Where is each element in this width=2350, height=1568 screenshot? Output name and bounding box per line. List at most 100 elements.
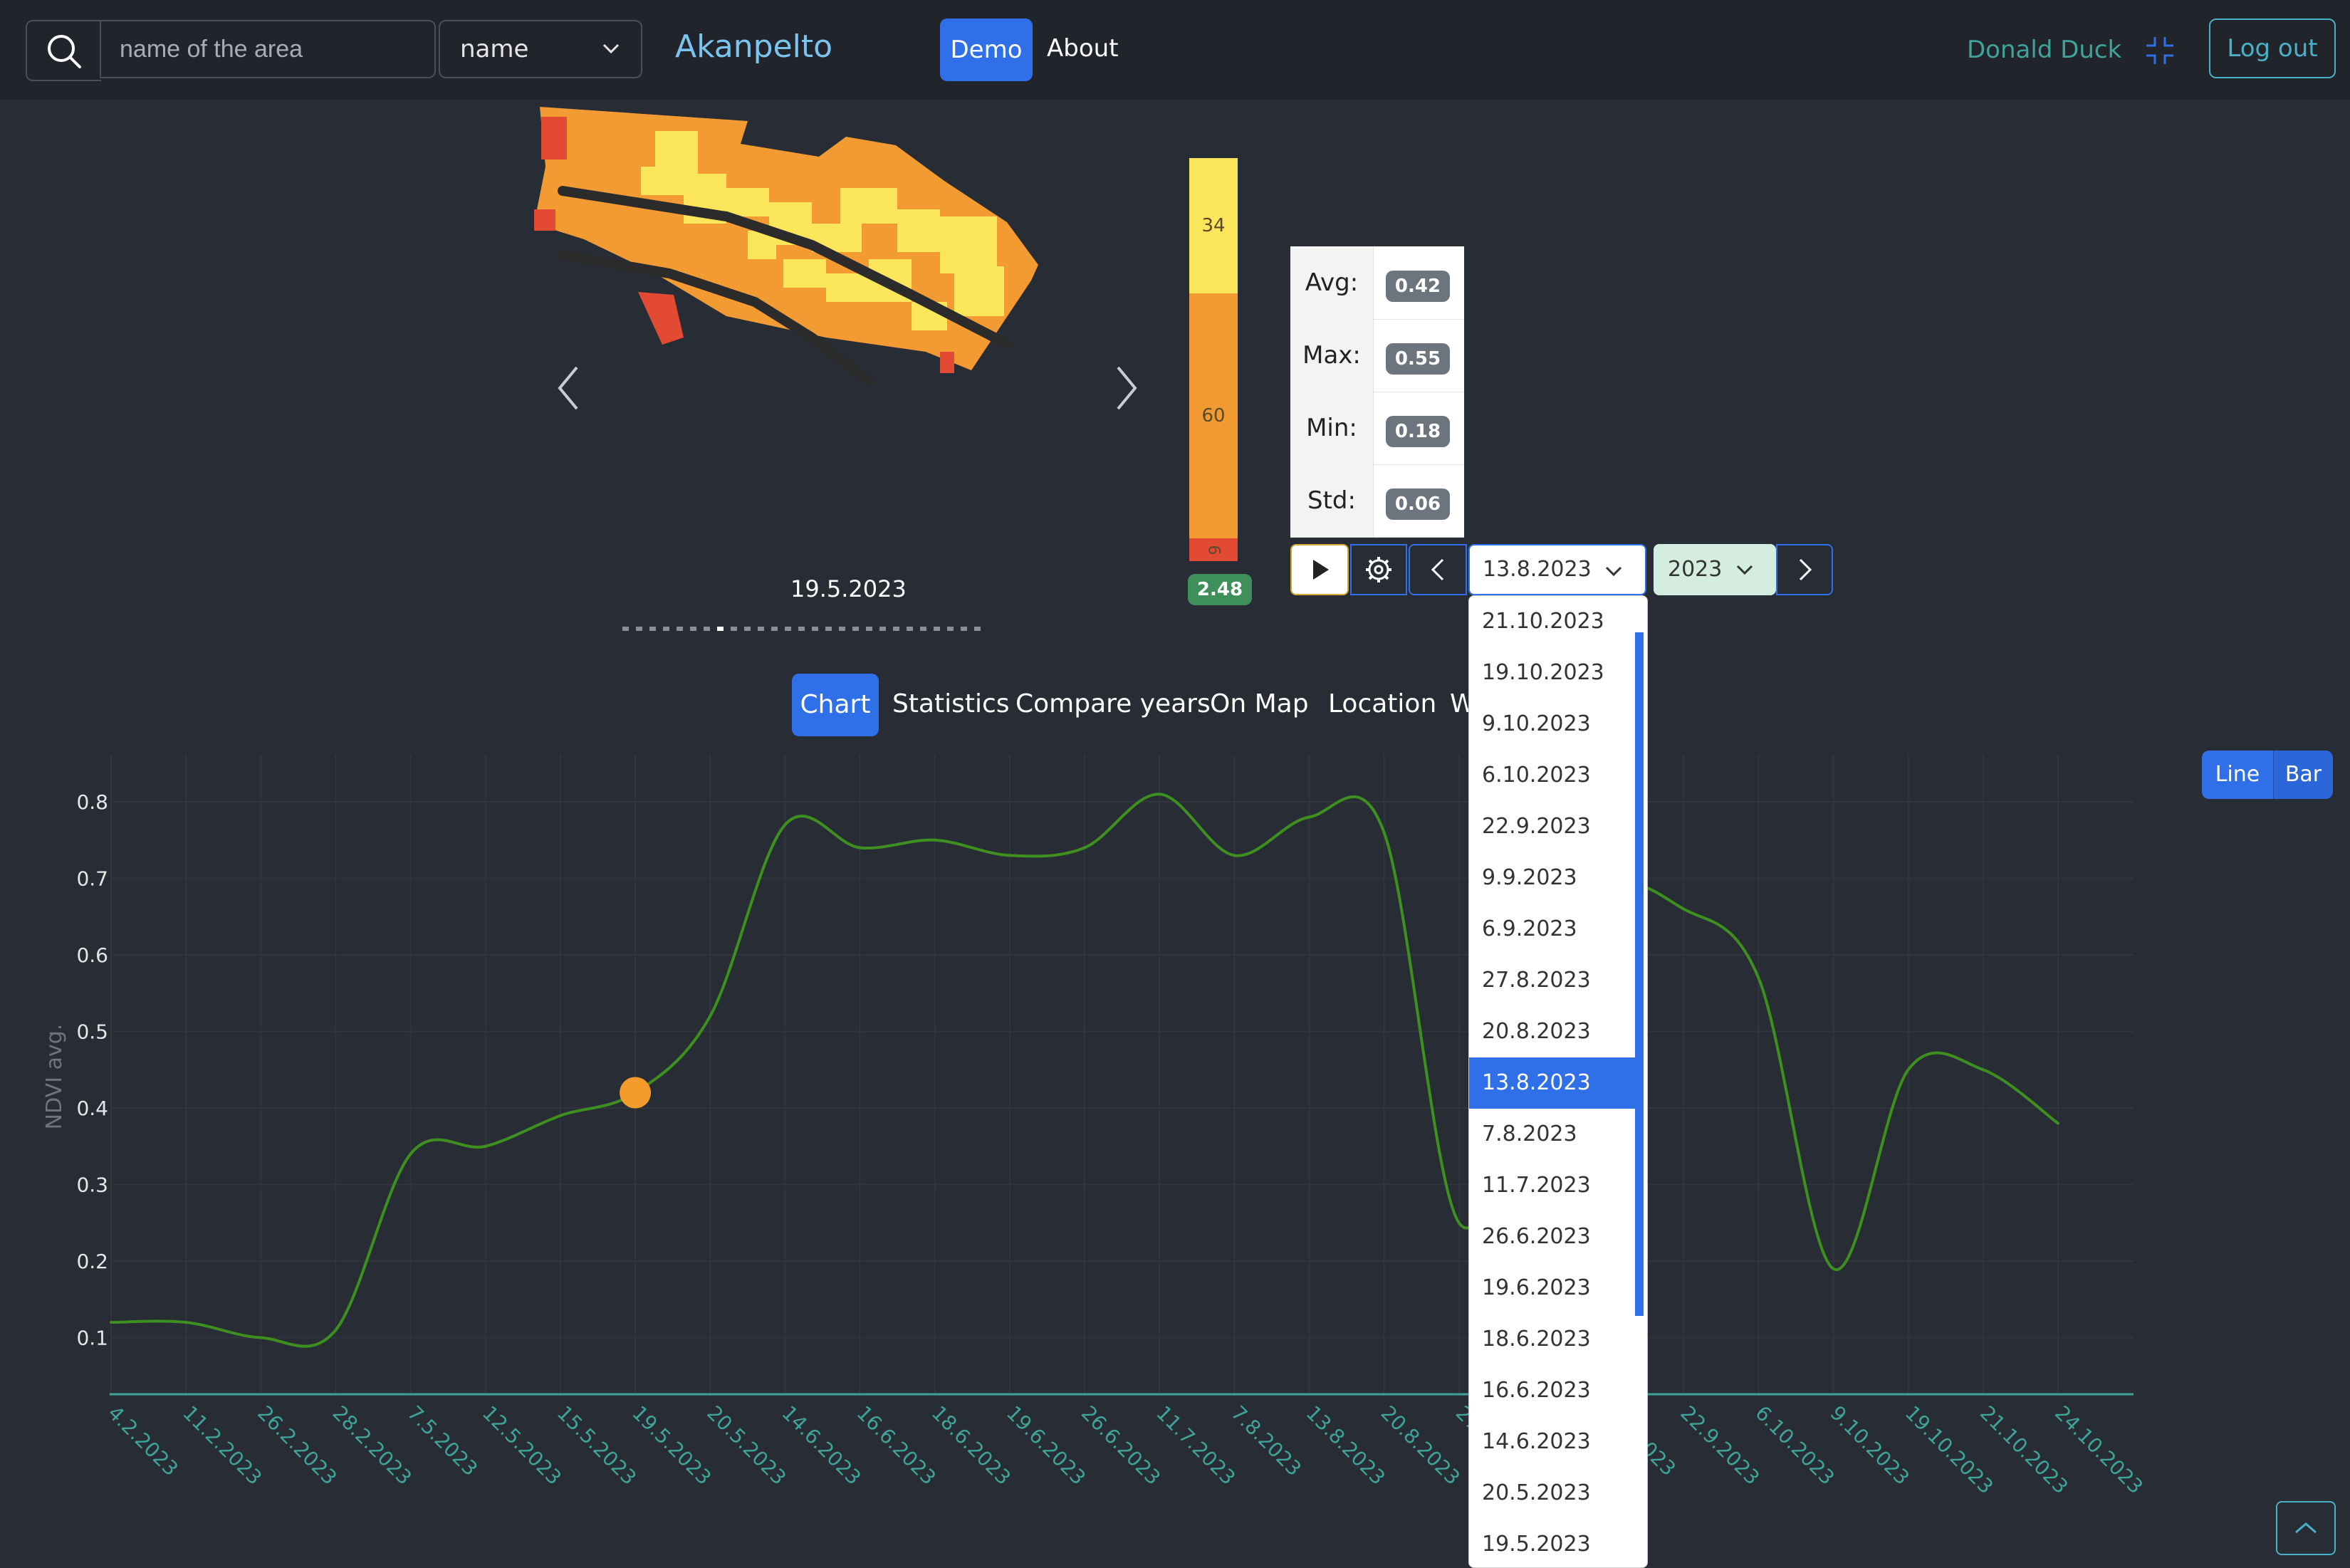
date-select[interactable]: 13.8.2023 [1468, 544, 1646, 595]
search-input[interactable] [100, 20, 436, 78]
prev-date-button[interactable] [1409, 544, 1467, 595]
x-tick-label: 7.8.2023 [1226, 1401, 1306, 1481]
legend-segment-high: 34 [1189, 158, 1238, 293]
next-date-button[interactable] [1776, 544, 1833, 595]
carousel-dot[interactable] [961, 627, 967, 631]
map-prev-arrow-icon[interactable] [555, 363, 584, 413]
date-option[interactable]: 22.9.2023 [1469, 801, 1637, 852]
play-button[interactable] [1290, 544, 1349, 595]
data-point [933, 838, 936, 842]
carousel-dot[interactable] [785, 627, 791, 631]
carousel-dot[interactable] [622, 627, 629, 631]
carousel-dot[interactable] [879, 627, 886, 631]
data-point [709, 1015, 712, 1018]
carousel-dot[interactable] [771, 627, 778, 631]
data-point [1307, 815, 1311, 819]
tab-statistics[interactable]: Statistics [892, 689, 1010, 718]
play-icon [1313, 560, 1329, 580]
date-option[interactable]: 13.8.2023 [1469, 1057, 1637, 1109]
carousel-dot[interactable] [974, 627, 981, 631]
date-option[interactable]: 18.6.2023 [1469, 1314, 1637, 1365]
data-point [259, 1336, 263, 1339]
carousel-dot[interactable] [663, 627, 669, 631]
date-option[interactable]: 19.10.2023 [1469, 647, 1637, 699]
carousel-dot[interactable] [852, 627, 859, 631]
x-tick-label: 20.8.2023 [1377, 1401, 1465, 1490]
stat-row-std: Std: 0.06 [1290, 464, 1464, 538]
map-next-arrow-icon[interactable] [1111, 363, 1139, 413]
stat-value-avg: 0.42 [1386, 271, 1450, 302]
tab-chart[interactable]: Chart [792, 674, 879, 736]
data-point [184, 1321, 188, 1324]
carousel-dot[interactable] [907, 627, 913, 631]
collapse-icon[interactable] [2143, 34, 2176, 67]
date-dropdown-menu: 21.10.2023 19.10.2023 9.10.2023 6.10.2023 22… [1468, 595, 1648, 1568]
carousel-dot[interactable] [690, 627, 696, 631]
legend-mid-label: 60 [1201, 405, 1226, 427]
tab-location[interactable]: Location [1328, 689, 1436, 718]
date-option[interactable]: 21.10.2023 [1469, 596, 1637, 647]
date-option[interactable]: 20.8.2023 [1469, 1006, 1637, 1057]
logout-button[interactable]: Log out [2209, 19, 2336, 78]
date-option[interactable]: 9.9.2023 [1469, 852, 1637, 904]
scroll-to-top-button[interactable] [2276, 1501, 2336, 1555]
date-option[interactable]: 26.6.2023 [1469, 1211, 1637, 1263]
date-option[interactable]: 14.6.2023 [1469, 1416, 1637, 1468]
y-tick-label: 0.4 [76, 1097, 108, 1120]
date-option[interactable]: 19.6.2023 [1469, 1263, 1637, 1314]
carousel-dot[interactable] [704, 627, 710, 631]
legend-high-label: 34 [1201, 215, 1226, 236]
search-field-select[interactable]: name [439, 20, 642, 78]
date-option[interactable]: 9.10.2023 [1469, 699, 1637, 750]
chevron-down-icon [1736, 565, 1753, 575]
area-title-link[interactable]: Akanpelto [675, 28, 832, 65]
carousel-dot[interactable] [636, 627, 642, 631]
carousel-dot[interactable] [893, 627, 899, 631]
date-option[interactable]: 19.5.2023 [1469, 1519, 1637, 1567]
data-point [783, 823, 787, 827]
date-option[interactable]: 7.8.2023 [1469, 1109, 1637, 1160]
user-name[interactable]: Donald Duck [1967, 36, 2121, 64]
carousel-dot[interactable] [920, 627, 926, 631]
carousel-dot[interactable] [677, 627, 683, 631]
y-tick-label: 0.3 [76, 1174, 108, 1197]
carousel-dot[interactable] [758, 627, 764, 631]
data-point [2057, 1122, 2059, 1125]
year-select-value: 2023 [1668, 557, 1723, 582]
carousel-dot[interactable] [825, 627, 832, 631]
carousel-dot[interactable] [649, 627, 656, 631]
stat-value-min: 0.18 [1386, 416, 1450, 447]
dropdown-scrollbar[interactable] [1635, 632, 1644, 1316]
about-link[interactable]: About [1047, 34, 1119, 63]
carousel-dot[interactable] [866, 627, 872, 631]
date-option[interactable]: 20.5.2023 [1469, 1468, 1637, 1519]
date-option[interactable]: 16.6.2023 [1469, 1365, 1637, 1416]
demo-button[interactable]: Demo [940, 19, 1033, 81]
x-tick-label: 12.5.2023 [478, 1401, 566, 1490]
settings-button[interactable] [1350, 544, 1407, 595]
x-tick-label: 22.9.2023 [1676, 1401, 1764, 1490]
carousel-dot[interactable] [744, 627, 751, 631]
carousel-dot[interactable] [717, 627, 724, 631]
tab-compare-years[interactable]: Compare years [1015, 689, 1211, 718]
x-tick-label: 19.6.2023 [1002, 1401, 1090, 1490]
tab-on-map[interactable]: On Map [1210, 689, 1309, 718]
carousel-dot[interactable] [731, 627, 737, 631]
search-button[interactable] [26, 20, 101, 81]
carousel-dot[interactable] [934, 627, 940, 631]
date-option[interactable]: 6.9.2023 [1469, 904, 1637, 955]
carousel-dot[interactable] [839, 627, 845, 631]
carousel-dot[interactable] [947, 627, 954, 631]
x-tick-label: 4.2.2023 [103, 1401, 183, 1481]
data-point [484, 1144, 487, 1148]
data-point [334, 1328, 338, 1332]
date-option[interactable]: 27.8.2023 [1469, 955, 1637, 1006]
y-tick-label: 0.5 [76, 1020, 108, 1044]
carousel-dot[interactable] [798, 627, 805, 631]
y-tick-label: 0.2 [76, 1250, 108, 1273]
date-option[interactable]: 11.7.2023 [1469, 1160, 1637, 1211]
date-option[interactable]: 6.10.2023 [1469, 750, 1637, 801]
year-select[interactable]: 2023 [1654, 544, 1776, 595]
carousel-dot[interactable] [812, 627, 818, 631]
data-point [1757, 976, 1760, 980]
